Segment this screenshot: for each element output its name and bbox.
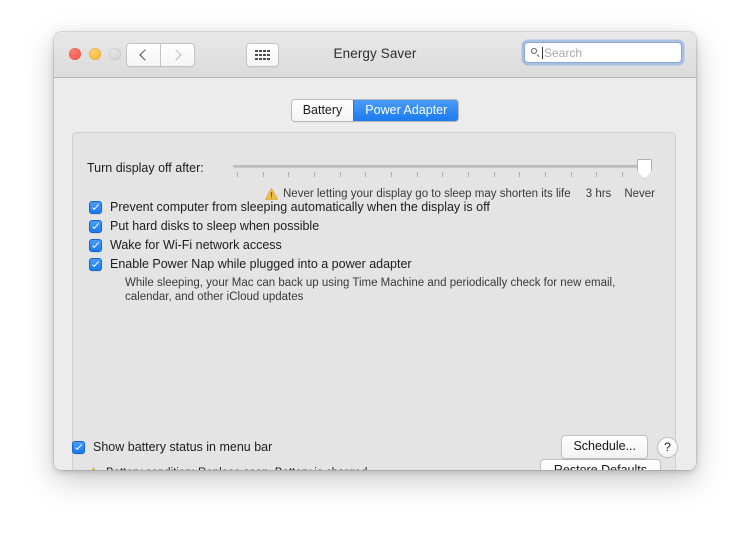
battery-condition-text: Battery condition: Replace soon. Battery… [106, 467, 371, 470]
text-caret [542, 46, 543, 59]
warning-triangle-icon [265, 188, 278, 200]
warning-triangle-icon [87, 467, 100, 470]
checkbox-row-menu-bar-status[interactable]: Show battery status in menu bar [72, 440, 272, 454]
schedule-button[interactable]: Schedule... [561, 435, 648, 459]
tab-bar: Battery Power Adapter [54, 99, 696, 122]
window-body: Battery Power Adapter Turn display off a… [54, 78, 696, 470]
checkbox-row-hard-disk-sleep[interactable]: Put hard disks to sleep when possible [89, 219, 625, 233]
window-footer: Show battery status in menu bar Schedule… [72, 435, 678, 459]
slider-ticks [233, 172, 647, 178]
checkbox-power-nap[interactable] [89, 258, 102, 271]
search-field[interactable]: Search [524, 42, 682, 63]
slider-warning: Never letting your display go to sleep m… [265, 188, 571, 200]
checkbox-label-menu-bar-status: Show battery status in menu bar [93, 440, 273, 454]
slider-label-3hrs: 3 hrs [585, 188, 612, 200]
slider-end-labels: 3 hrs Never [586, 188, 655, 200]
options-list: Prevent computer from sleeping automatic… [89, 200, 625, 304]
checkbox-menu-bar-status[interactable] [72, 441, 85, 454]
checkbox-wake-wifi[interactable] [89, 239, 102, 252]
checkbox-row-wake-wifi[interactable]: Wake for Wi-Fi network access [89, 238, 625, 252]
footer-actions: Schedule... ? [561, 435, 678, 459]
search-placeholder: Search [544, 45, 583, 60]
help-button[interactable]: ? [657, 436, 678, 458]
checkbox-label-wake-wifi: Wake for Wi-Fi network access [110, 238, 282, 252]
checkbox-prevent-sleep[interactable] [89, 201, 102, 214]
tab-group: Battery Power Adapter [290, 99, 460, 122]
power-nap-description: While sleeping, your Mac can back up usi… [125, 277, 616, 303]
tab-battery[interactable]: Battery [291, 100, 354, 121]
checkbox-label-prevent-sleep: Prevent computer from sleeping automatic… [110, 200, 490, 214]
battery-condition-row: Battery condition: Replace soon. Battery… [87, 459, 661, 470]
restore-defaults-button[interactable]: Restore Defaults [539, 459, 661, 470]
tab-power-adapter[interactable]: Power Adapter [353, 100, 459, 121]
slider-label-never: Never [624, 188, 655, 200]
display-sleep-label: Turn display off after: [87, 161, 204, 175]
search-icon [531, 48, 540, 57]
checkbox-label-hard-disk-sleep: Put hard disks to sleep when possible [110, 219, 320, 233]
checkbox-label-power-nap: Enable Power Nap while plugged into a po… [110, 257, 412, 271]
checkbox-hard-disk-sleep[interactable] [89, 220, 102, 233]
slider-warning-text: Never letting your display go to sleep m… [283, 188, 571, 200]
checkbox-row-prevent-sleep[interactable]: Prevent computer from sleeping automatic… [89, 200, 625, 214]
checkbox-row-power-nap[interactable]: Enable Power Nap while plugged into a po… [89, 257, 625, 271]
settings-panel: Turn display off after: Never letting yo… [72, 132, 676, 470]
energy-saver-window: Energy Saver Search Battery Power Adapte… [54, 32, 696, 470]
window-titlebar: Energy Saver Search [54, 32, 696, 78]
slider-track[interactable] [233, 165, 647, 168]
